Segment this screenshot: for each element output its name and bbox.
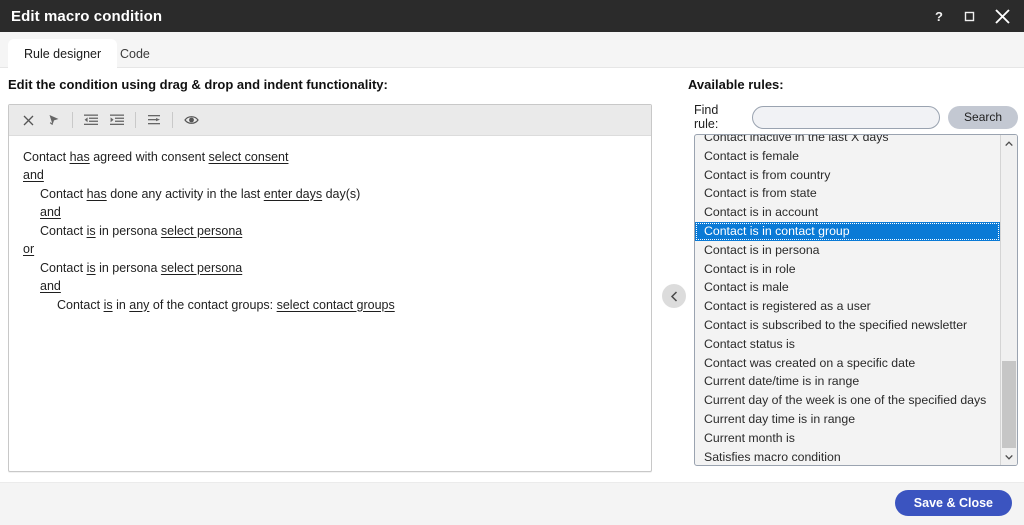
condition-token-text: day(s) — [322, 186, 361, 201]
condition-token-text: Contact — [23, 149, 70, 164]
available-rules-heading: Available rules: — [688, 77, 784, 92]
condition-token-editable[interactable]: select contact groups — [277, 298, 395, 312]
condition-token-editable[interactable]: has — [70, 150, 90, 164]
condition-token-text: in persona — [95, 260, 161, 275]
available-rules-list: Contact inactive in the last X days Conta… — [694, 134, 1018, 466]
rule-item[interactable]: Current month is — [695, 429, 1000, 448]
find-rule-row: Find rule: Search — [694, 103, 1018, 131]
condition-token-editable[interactable]: select persona — [161, 261, 242, 275]
condition-token-editable[interactable]: is — [104, 298, 113, 312]
delete-icon[interactable] — [15, 108, 41, 133]
close-icon[interactable] — [984, 0, 1020, 32]
condition-token-editable[interactable]: is — [87, 224, 96, 238]
condition-token-text: Contact — [40, 223, 87, 238]
title-bar: Edit macro condition ? — [0, 0, 1024, 32]
condition-token-text: Contact — [40, 186, 87, 201]
rule-item[interactable]: Current day of the week is one of the sp… — [695, 391, 1000, 410]
condition-line[interactable]: Contact is in persona select persona — [40, 222, 641, 241]
scroll-down-icon[interactable] — [1001, 448, 1017, 465]
tab-code[interactable]: Code — [104, 39, 166, 68]
condition-token-editable[interactable]: and — [40, 205, 61, 219]
condition-token-editable[interactable]: and — [23, 168, 44, 182]
condition-token-editable[interactable]: is — [87, 261, 96, 275]
condition-token-text: of the contact groups: — [149, 297, 277, 312]
condition-token-text: agreed with consent — [89, 149, 209, 164]
condition-line[interactable]: Contact is in persona select persona — [40, 259, 641, 278]
rule-item[interactable]: Contact is female — [695, 147, 1000, 166]
condition-token-editable[interactable]: select persona — [161, 224, 242, 238]
rule-item-selected[interactable]: Contact is in contact group — [695, 221, 1000, 241]
toolbar-separator — [135, 112, 136, 128]
condition-line[interactable]: Contact has agreed with consent select c… — [23, 148, 641, 167]
rules-scrollbar[interactable] — [1000, 135, 1017, 465]
rules-items: Contact inactive in the last X days Conta… — [695, 135, 1000, 465]
condition-line[interactable]: and — [40, 204, 641, 223]
window-title: Edit macro condition — [11, 7, 163, 25]
rule-item[interactable]: Contact is subscribed to the specified n… — [695, 316, 1000, 335]
dialog-footer: Save & Close — [0, 482, 1024, 525]
condition-token-editable[interactable]: has — [87, 187, 107, 201]
condition-editor: Contact has agreed with consent select c… — [8, 104, 652, 472]
edit-macro-condition-dialog: Edit macro condition ? Rule designer Cod… — [0, 0, 1024, 525]
clear-formatting-icon[interactable] — [41, 108, 67, 133]
rule-item[interactable]: Contact is in persona — [695, 241, 1000, 260]
condition-token-text: Contact — [40, 260, 87, 275]
condition-token-editable[interactable]: select consent — [209, 150, 289, 164]
condition-token-editable[interactable]: any — [129, 298, 149, 312]
editor-heading: Edit the condition using drag & drop and… — [8, 77, 388, 92]
rule-item[interactable]: Current date/time is in range — [695, 372, 1000, 391]
rule-item[interactable]: Contact is registered as a user — [695, 297, 1000, 316]
maximize-icon[interactable] — [954, 0, 984, 32]
sort-icon[interactable] — [141, 108, 167, 133]
rule-item[interactable]: Contact is from state — [695, 184, 1000, 203]
condition-token-text: Contact — [57, 297, 104, 312]
search-button[interactable]: Search — [948, 105, 1018, 129]
condition-line[interactable]: and — [40, 278, 641, 297]
rule-item[interactable]: Contact was created on a specific date — [695, 354, 1000, 373]
condition-token-text: done any activity in the last — [106, 186, 264, 201]
collapse-left-chevron[interactable] — [662, 284, 686, 308]
condition-token-editable[interactable]: or — [23, 242, 34, 256]
help-icon[interactable]: ? — [924, 0, 954, 32]
condition-line[interactable]: and — [23, 167, 641, 186]
rule-item[interactable]: Contact status is — [695, 335, 1000, 354]
condition-line[interactable]: or — [23, 241, 641, 260]
tab-rule-designer[interactable]: Rule designer — [8, 39, 118, 68]
toolbar-separator — [172, 112, 173, 128]
find-rule-input[interactable] — [752, 105, 941, 129]
toolbar-separator — [72, 112, 73, 128]
condition-token-editable[interactable]: and — [40, 279, 61, 293]
save-and-close-button[interactable]: Save & Close — [894, 490, 1012, 516]
rule-item[interactable]: Satisfies macro condition — [695, 448, 1000, 465]
tab-strip: Rule designer Code — [0, 32, 1024, 68]
rule-item[interactable]: Contact is male — [695, 278, 1000, 297]
rule-item[interactable]: Contact inactive in the last X days — [695, 135, 1000, 147]
editor-toolbar — [9, 105, 651, 136]
condition-line[interactable]: Contact has done any activity in the las… — [40, 185, 641, 204]
scrollbar-thumb[interactable] — [1002, 361, 1016, 453]
rule-item[interactable]: Contact is in account — [695, 203, 1000, 222]
rule-item[interactable]: Current day time is in range — [695, 410, 1000, 429]
scroll-up-icon[interactable] — [1001, 135, 1017, 152]
find-rule-label: Find rule: — [694, 103, 719, 131]
condition-token-editable[interactable]: enter days — [264, 187, 322, 201]
indent-icon[interactable] — [104, 108, 130, 133]
rule-item[interactable]: Contact is from country — [695, 166, 1000, 185]
rule-item[interactable]: Contact is in role — [695, 260, 1000, 279]
condition-token-text: in — [112, 297, 130, 312]
window-controls: ? — [924, 0, 1024, 32]
condition-lines[interactable]: Contact has agreed with consent select c… — [9, 136, 651, 315]
preview-eye-icon[interactable] — [178, 108, 204, 133]
rules-scroll-viewport[interactable]: Contact inactive in the last X days Conta… — [695, 135, 1000, 465]
condition-token-text: in persona — [95, 223, 161, 238]
outdent-icon[interactable] — [78, 108, 104, 133]
condition-line[interactable]: Contact is in any of the contact groups:… — [57, 296, 641, 315]
